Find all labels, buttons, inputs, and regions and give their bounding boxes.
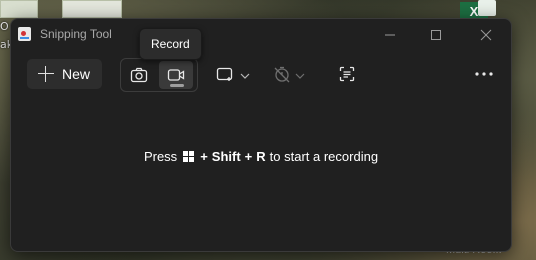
- recording-hint: Press + Shift + R to start a recording: [11, 149, 511, 164]
- snip-shape-dropdown[interactable]: [213, 59, 253, 89]
- desktop-thumbnail: [62, 0, 122, 18]
- window-title: Snipping Tool: [40, 27, 112, 41]
- hint-key-r: R: [256, 149, 266, 164]
- hint-key-shift: Shift: [211, 149, 241, 164]
- windows-key-icon: [183, 151, 195, 162]
- hint-prefix: Press: [143, 149, 178, 164]
- new-button-label: New: [62, 66, 91, 82]
- camera-icon: [130, 67, 148, 83]
- plus-icon: [38, 66, 54, 82]
- timer-off-icon: [274, 66, 290, 83]
- close-button[interactable]: [463, 19, 509, 51]
- hint-plus: +: [244, 149, 253, 164]
- text-actions-icon: [339, 66, 355, 82]
- record-mode-button[interactable]: [159, 61, 193, 89]
- snipping-tool-icon: [18, 27, 31, 41]
- chevron-down-icon: [295, 73, 305, 79]
- minimize-icon: [385, 34, 395, 36]
- snipping-tool-window: Snipping Tool Record New Press + Shift +…: [10, 18, 512, 252]
- desktop-thumbnail: [0, 0, 38, 18]
- timer-dropdown[interactable]: [269, 59, 309, 89]
- screenshot-mode-button[interactable]: [122, 61, 156, 89]
- hint-plus: +: [200, 149, 208, 164]
- record-tooltip: Record: [139, 28, 202, 60]
- rectangle-snip-icon: [216, 67, 233, 81]
- close-icon: [480, 29, 492, 41]
- chevron-down-icon: [240, 73, 250, 79]
- hint-suffix: to start a recording: [269, 149, 379, 164]
- more-icon: [475, 72, 493, 76]
- new-button[interactable]: New: [27, 59, 102, 89]
- more-options-button[interactable]: [471, 59, 497, 89]
- title-bar[interactable]: Snipping Tool: [11, 19, 511, 51]
- desktop-text-fragment: O: [0, 20, 9, 33]
- selected-indicator: [170, 84, 184, 87]
- minimize-button[interactable]: [367, 19, 413, 51]
- text-actions-button[interactable]: [335, 59, 359, 89]
- maximize-button[interactable]: [413, 19, 459, 51]
- maximize-icon: [431, 30, 441, 40]
- capture-mode-switch: [120, 58, 198, 92]
- video-camera-icon: [167, 69, 185, 81]
